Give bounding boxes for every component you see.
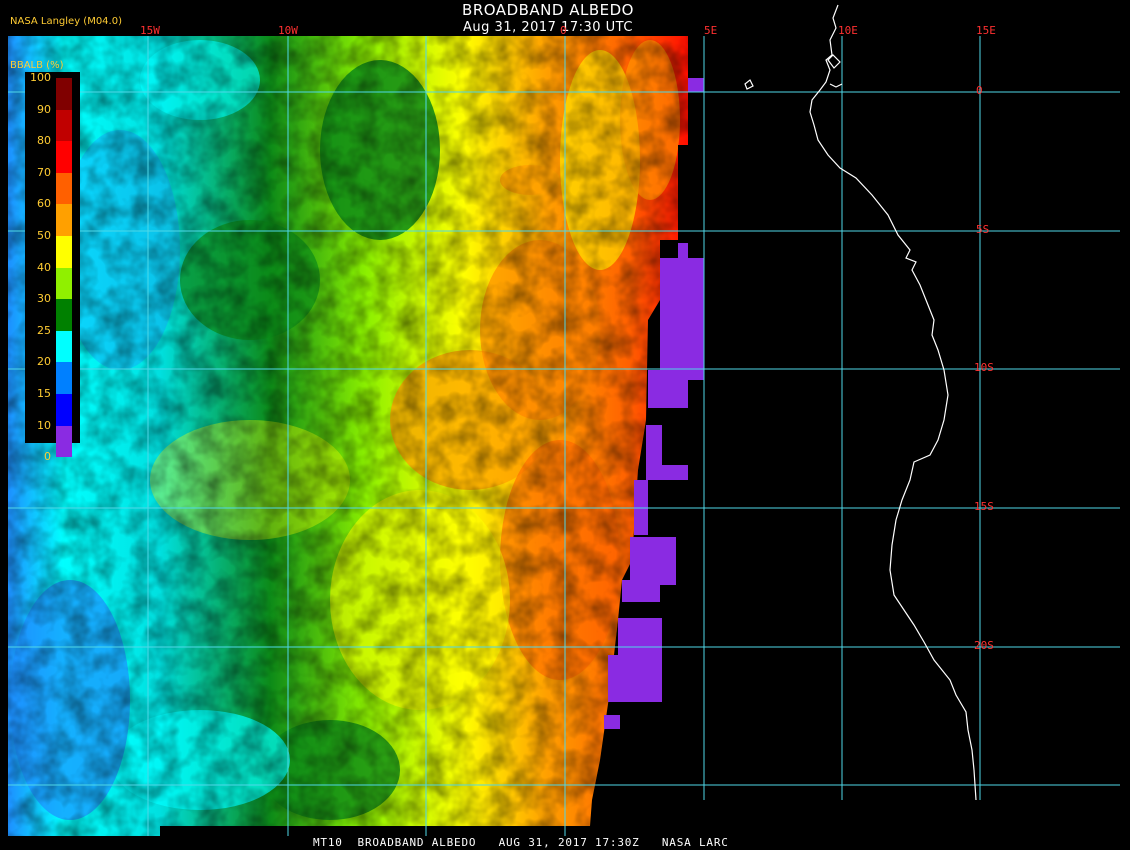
legend-tick-label: 90	[37, 102, 51, 116]
legend-tick-label: 10	[37, 418, 51, 432]
legend-swatch	[56, 267, 72, 300]
legend-swatch	[56, 299, 72, 331]
lon-label-15e: 15E	[976, 24, 996, 37]
legend-tick-label: 80	[37, 134, 51, 148]
legend-swatch	[56, 109, 72, 142]
legend-swatch	[56, 236, 72, 268]
albedo-map	[8, 4, 1120, 836]
lon-label-5e: 5E	[704, 24, 718, 37]
legend-tick-label: 30	[37, 292, 51, 306]
coastline	[744, 4, 977, 801]
lat-label-10s: 10S	[974, 361, 994, 374]
lon-label-10w: 10W	[278, 24, 298, 37]
legend-swatch	[56, 362, 72, 394]
legend-tick-label: 15	[37, 387, 51, 400]
legend-swatch	[56, 394, 72, 426]
legend-tick-label: 20	[37, 355, 51, 369]
legend-swatch	[56, 172, 72, 205]
lat-label-20s: 20S	[974, 639, 994, 652]
lon-label-15w: 15W	[140, 24, 160, 37]
lon-label-10e: 10E	[838, 24, 858, 37]
legend-title: BBALB (%)	[10, 60, 64, 71]
color-legend: BBALB (%) 100 90 80 70 60 50 40 30 25 20 15 10 0	[0, 58, 82, 463]
legend-swatch	[56, 78, 72, 110]
lat-label-15s: 15S	[974, 500, 994, 513]
albedo-swath	[8, 36, 688, 836]
lon-label-0: 0	[560, 24, 567, 37]
legend-tick-label: 40	[37, 260, 51, 274]
legend-swatch	[56, 425, 72, 458]
legend-swatch	[56, 141, 72, 173]
footer-caption: MT10 BROADBAND ALBEDO AUG 31, 2017 17:30…	[313, 836, 729, 849]
map-timestamp: Aug 31, 2017 17:30 UTC	[463, 20, 633, 35]
legend-tick-label: 70	[37, 165, 51, 179]
map-title: BROADBAND ALBEDO	[462, 1, 634, 19]
legend-swatch	[56, 204, 72, 236]
legend-tick-label: 100	[30, 71, 51, 84]
lat-label-0: 0	[976, 84, 983, 97]
legend-tick-label: 50	[37, 229, 51, 242]
legend-tick-label: 0	[44, 450, 51, 464]
legend-swatch	[56, 330, 72, 363]
legend-tick-label: 60	[37, 197, 51, 211]
lat-label-5s: 5S	[976, 223, 990, 236]
legend-tick-label: 25	[37, 323, 51, 337]
